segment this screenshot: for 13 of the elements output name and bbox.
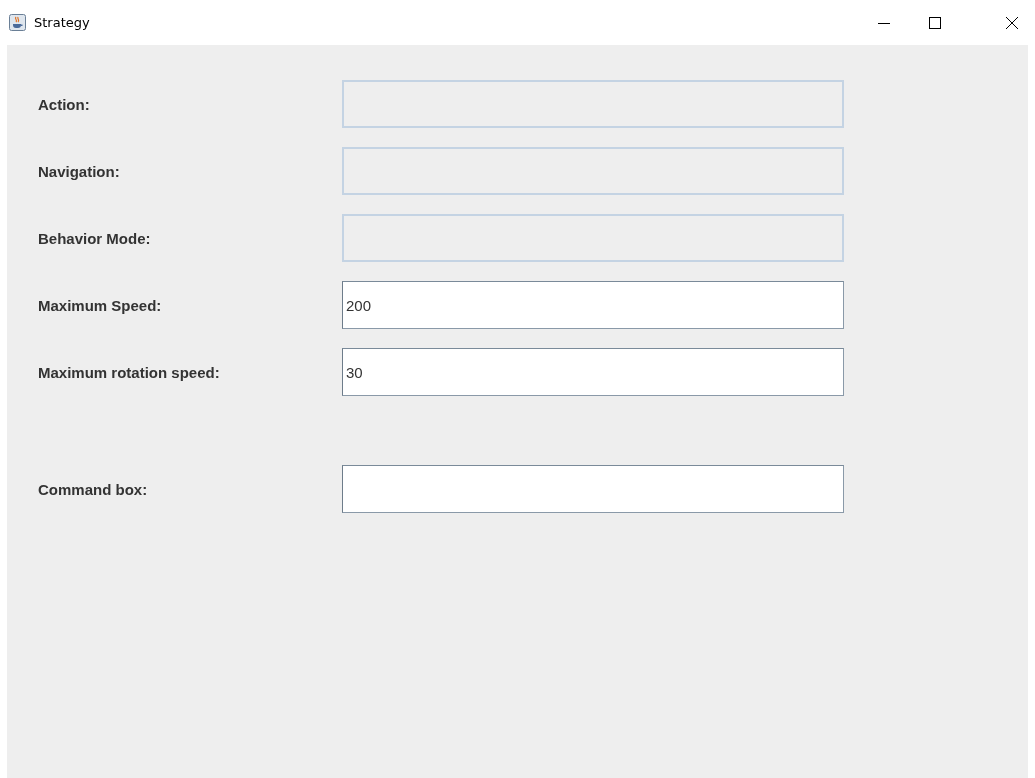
field-label: Action: (37, 95, 91, 113)
field-label: Command box: (37, 480, 149, 498)
field-label: Maximum rotation speed: (37, 363, 221, 381)
field-label: Behavior Mode: (37, 229, 152, 247)
coffee-cup-icon (9, 14, 26, 31)
close-icon[interactable] (1005, 15, 1019, 30)
text-field[interactable]: 200 (342, 281, 844, 329)
text-field[interactable] (342, 465, 844, 513)
field-label: Maximum Speed: (37, 296, 163, 314)
window-title: Strategy (34, 15, 90, 30)
text-field[interactable]: 30 (342, 348, 844, 396)
maximize-icon[interactable] (928, 15, 942, 30)
field-label: Navigation: (37, 162, 121, 180)
